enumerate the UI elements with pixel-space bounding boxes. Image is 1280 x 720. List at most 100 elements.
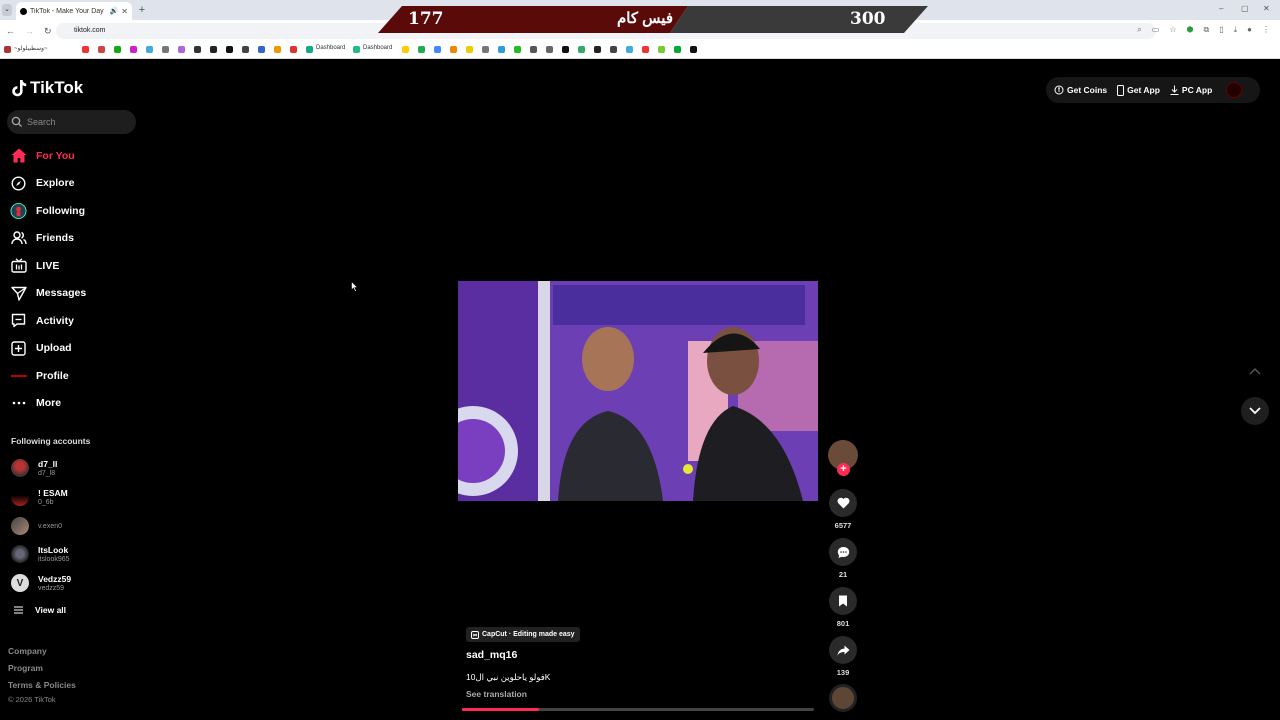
bookmark-icon[interactable]	[434, 46, 441, 53]
maximize-icon[interactable]: ▢	[1241, 4, 1249, 13]
following-account-item[interactable]: ! ESAM 0_6b	[11, 485, 68, 509]
nav-item-friends[interactable]: Friends	[10, 225, 86, 253]
bookmark-icon[interactable]	[306, 46, 313, 53]
capcut-badge[interactable]: CapCut · Editing made easy	[466, 627, 580, 642]
video-author[interactable]: sad_mq16	[466, 649, 517, 661]
previous-video-button[interactable]	[1241, 357, 1269, 385]
tab-audio-icon[interactable]: 🔊	[110, 7, 119, 15]
nav-item-profile[interactable]: Profile	[10, 362, 86, 390]
forward-icon[interactable]: →	[25, 26, 34, 36]
browser-tab-tiktok[interactable]: TikTok - Make Your Day 🔊 ✕	[16, 2, 132, 20]
bookmark-icon[interactable]	[498, 46, 505, 53]
footer-company-link[interactable]: Company	[8, 646, 47, 656]
bookmark-icon[interactable]	[130, 46, 137, 53]
bookmark-icon[interactable]	[658, 46, 665, 53]
sidebar-icon[interactable]: ▯	[1219, 25, 1223, 35]
share-circle	[829, 636, 857, 664]
bookmark-icon[interactable]	[210, 46, 217, 53]
nav-item-explore[interactable]: Explore	[10, 170, 86, 198]
bookmark-icon[interactable]	[690, 46, 697, 53]
bookmark-icon[interactable]	[546, 46, 553, 53]
search-box[interactable]	[7, 110, 136, 134]
music-disc-avatar[interactable]	[829, 684, 857, 712]
save-button[interactable]: 801	[829, 587, 857, 628]
menu-icon[interactable]: ⋮	[1262, 25, 1270, 35]
like-button[interactable]: 6577	[829, 489, 857, 530]
window-close-icon[interactable]: ✕	[1263, 4, 1270, 13]
bookmark-icon[interactable]	[514, 46, 521, 53]
tab-search-button[interactable]: ⌄	[2, 4, 12, 16]
bookmark-icon[interactable]	[274, 46, 281, 53]
bookmark-icon[interactable]	[114, 46, 121, 53]
bookmark-dashboard-1[interactable]: Dashboard	[316, 45, 345, 51]
back-icon[interactable]: ←	[6, 26, 15, 36]
bookmark-icon[interactable]	[530, 46, 537, 53]
nav-item-upload[interactable]: Upload	[10, 335, 86, 363]
get-app-button[interactable]: Get App	[1117, 84, 1160, 96]
nav-item-more[interactable]: More	[10, 390, 86, 418]
tab-close-icon[interactable]: ✕	[121, 7, 128, 16]
following-account-item[interactable]: V Vedzz59 vedzz59	[11, 571, 71, 595]
following-account-item[interactable]: ItsLook itslook965	[11, 542, 70, 566]
get-coins-button[interactable]: Get Coins	[1054, 85, 1107, 95]
profile-chrome-icon[interactable]: ●	[1247, 25, 1252, 35]
bookmark-icon[interactable]	[418, 46, 425, 53]
footer-program-link[interactable]: Program	[8, 663, 43, 673]
follow-plus-icon[interactable]: +	[837, 463, 850, 476]
bookmark-icon[interactable]	[642, 46, 649, 53]
view-all-button[interactable]: View all	[14, 605, 66, 615]
new-tab-button[interactable]: +	[136, 4, 148, 16]
download-icon[interactable]: ⤓	[1234, 25, 1238, 35]
user-avatar[interactable]	[1226, 82, 1243, 98]
bookmark-icon[interactable]	[578, 46, 585, 53]
nav-item-following[interactable]: Following	[10, 197, 86, 225]
shield-extension-icon[interactable]: ⬢	[1187, 25, 1194, 35]
following-account-item[interactable]: d7_ll d7_l8	[11, 456, 57, 480]
minimize-icon[interactable]: –	[1219, 4, 1223, 13]
video-progress-bar[interactable]	[462, 708, 814, 711]
nav-item-live[interactable]: LIVE	[10, 252, 86, 280]
bookmark-icon[interactable]	[353, 46, 360, 53]
bookmark-icon[interactable]	[98, 46, 105, 53]
bookmark-icon[interactable]	[594, 46, 601, 53]
bookmark-star-icon[interactable]: ☆	[1169, 25, 1176, 35]
bookmark-icon[interactable]	[450, 46, 457, 53]
bookmark-first[interactable]: ~وسطيبلولو~	[14, 45, 48, 52]
bookmark-dashboard-2[interactable]: Dashboard	[363, 45, 392, 51]
see-translation-link[interactable]: See translation	[466, 689, 527, 699]
bookmark-icon[interactable]	[242, 46, 249, 53]
search-input[interactable]	[27, 117, 127, 127]
comment-icon	[837, 546, 849, 558]
next-video-button[interactable]	[1241, 397, 1269, 425]
pc-app-button[interactable]: PC App	[1170, 85, 1212, 95]
bookmark-icon[interactable]	[226, 46, 233, 53]
bookmark-icon[interactable]	[162, 46, 169, 53]
bookmark-icon[interactable]	[610, 46, 617, 53]
bookmark-icon[interactable]	[194, 46, 201, 53]
puzzle-extension-icon[interactable]: ⧉	[1203, 25, 1209, 35]
bookmark-icon[interactable]	[290, 46, 297, 53]
cast-icon[interactable]: ▭	[1152, 25, 1160, 35]
bookmark-icon[interactable]	[4, 46, 11, 53]
bookmark-icon[interactable]	[626, 46, 633, 53]
zoom-icon[interactable]: ⌕	[1137, 25, 1141, 35]
footer-terms-link[interactable]: Terms & Policies	[8, 680, 76, 690]
bookmark-icon[interactable]	[466, 46, 473, 53]
bookmark-icon[interactable]	[178, 46, 185, 53]
bookmark-icon[interactable]	[674, 46, 681, 53]
tiktok-logo[interactable]: TikTok	[11, 78, 83, 98]
following-account-item[interactable]: v.exen0	[11, 514, 62, 538]
bookmark-icon[interactable]	[562, 46, 569, 53]
bookmark-icon[interactable]	[258, 46, 265, 53]
video-player[interactable]	[458, 281, 818, 501]
nav-item-for-you[interactable]: For You	[10, 142, 86, 170]
reload-icon[interactable]: ↻	[44, 26, 52, 37]
bookmark-icon[interactable]	[82, 46, 89, 53]
bookmark-icon[interactable]	[146, 46, 153, 53]
nav-item-activity[interactable]: Activity	[10, 307, 86, 335]
share-button[interactable]: 139	[829, 636, 857, 677]
bookmark-icon[interactable]	[402, 46, 409, 53]
bookmark-icon[interactable]	[482, 46, 489, 53]
comment-button[interactable]: 21	[829, 538, 857, 579]
nav-item-messages[interactable]: Messages	[10, 280, 86, 308]
